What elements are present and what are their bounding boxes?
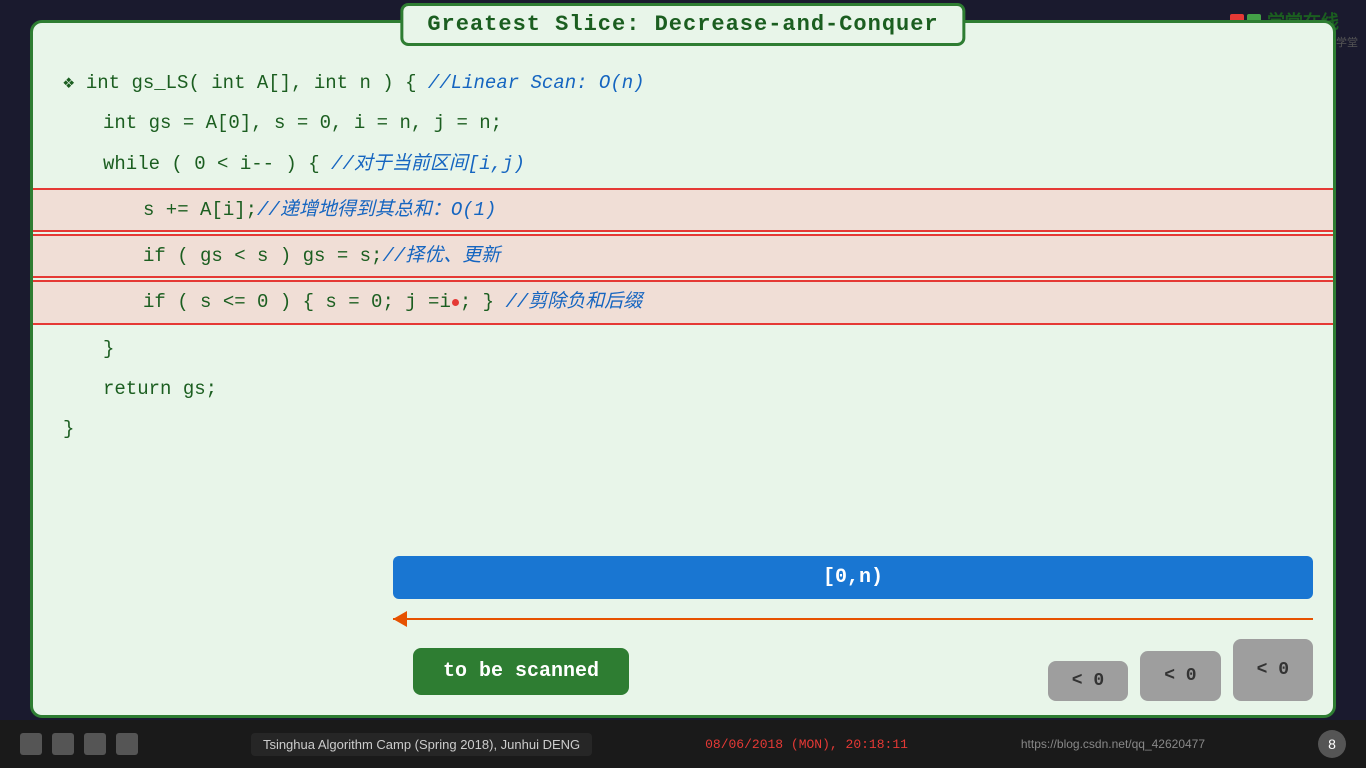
code-line-1: ❖ int gs_LS( int A[], int n ) { //Linear… xyxy=(63,63,1303,103)
footer-date: 08/06/2018 (MON), 20:18:11 xyxy=(705,737,908,752)
green-chip: to be scanned xyxy=(413,648,629,695)
bottom-controls[interactable] xyxy=(20,733,138,755)
content-area: Greatest Slice: Decrease-and-Conquer ❖ i… xyxy=(30,20,1336,718)
code-text-2: int gs = A[0], s = 0, i = n, j = n; xyxy=(103,112,502,134)
code-section: ❖ int gs_LS( int A[], int n ) { //Linear… xyxy=(33,53,1333,460)
code-text-1: ❖ int gs_LS( int A[], int n ) { xyxy=(63,72,428,94)
comment-6: //剪除负和后缀 xyxy=(505,291,642,313)
code-line-7: } xyxy=(63,329,1303,369)
control-btn-1[interactable] xyxy=(20,733,42,755)
bottom-bar: Tsinghua Algorithm Camp (Spring 2018), J… xyxy=(0,720,1366,768)
chip-2: < 0 xyxy=(1140,651,1220,701)
code-text-5: if ( gs < s ) gs = s; xyxy=(63,240,382,272)
code-line-3: while ( 0 < i-- ) { //对于当前区间[i,j) xyxy=(63,144,1303,184)
code-line-2: int gs = A[0], s = 0, i = n, j = n; xyxy=(63,103,1303,143)
chip-3: < 0 xyxy=(1233,639,1313,701)
arrow-shaft xyxy=(393,618,1313,620)
code-text-9: } xyxy=(63,418,74,440)
code-line-5-highlighted: if ( gs < s ) gs = s; //择优、更新 xyxy=(33,234,1333,278)
comment-4: //递增地得到其总和：O(1) xyxy=(257,199,496,221)
code-text-6a: if ( s <= 0 ) { s = 0; j = xyxy=(63,286,439,318)
code-text-8: return gs; xyxy=(103,378,217,400)
comment-5: //择优、更新 xyxy=(382,245,500,267)
code-dot: i xyxy=(439,291,450,313)
control-btn-3[interactable] xyxy=(84,733,106,755)
code-line-9: } xyxy=(63,409,1303,449)
page-number: 8 xyxy=(1318,730,1346,758)
title-box: Greatest Slice: Decrease-and-Conquer xyxy=(400,3,965,46)
footer-url: https://blog.csdn.net/qq_42620477 xyxy=(1021,737,1205,751)
code-text-6b: ; } xyxy=(460,291,506,313)
code-text-7: } xyxy=(103,338,114,360)
code-line-8: return gs; xyxy=(63,369,1303,409)
control-btn-4[interactable] xyxy=(116,733,138,755)
cursor-dot xyxy=(452,299,459,306)
control-btn-2[interactable] xyxy=(52,733,74,755)
arrow-line xyxy=(393,607,1313,631)
code-text-3: while ( 0 < i-- ) { xyxy=(103,153,331,175)
slide-title: Greatest Slice: Decrease-and-Conquer xyxy=(427,12,938,37)
code-line-6-highlighted: if ( s <= 0 ) { s = 0; j = i ; } //剪除负和后缀 xyxy=(33,280,1333,324)
code-text-4: s += A[i]; xyxy=(63,194,257,226)
code-line-4-highlighted: s += A[i]; //递增地得到其总和：O(1) xyxy=(33,188,1333,232)
blue-bar: [0,n) xyxy=(393,556,1313,599)
comment-1: //Linear Scan: O(n) xyxy=(428,72,645,94)
arrow-head xyxy=(393,611,407,627)
chip-1: < 0 xyxy=(1048,661,1128,701)
tsinghua-credit: Tsinghua Algorithm Camp (Spring 2018), J… xyxy=(251,733,592,756)
comment-3: //对于当前区间[i,j) xyxy=(331,153,525,175)
